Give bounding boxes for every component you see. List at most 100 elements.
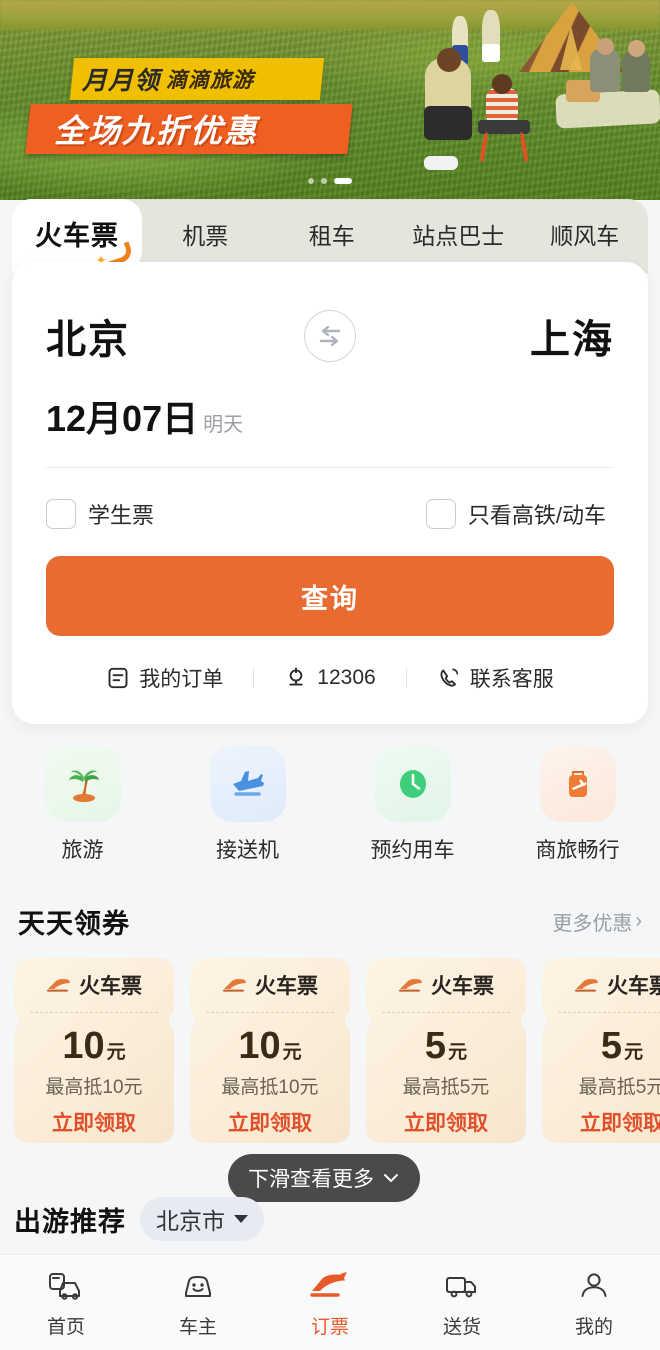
bus-car-icon: [48, 1267, 84, 1305]
train-icon: [399, 978, 422, 992]
adult-figure: [437, 48, 461, 72]
coupons-list[interactable]: 火车票 10 元 最高抵10元 立即领取 火车票 10 元 最高抵10元 立即领…: [14, 958, 660, 1148]
city-filter-dropdown[interactable]: 北京市: [140, 1197, 264, 1241]
nav-label: 送货: [442, 1316, 481, 1338]
promo-headline-orange: 全场九折优惠: [25, 104, 353, 154]
service-business-travel[interactable]: 商旅畅行: [495, 746, 660, 864]
service-travel[interactable]: 旅游: [0, 746, 165, 864]
coupon-amount-value: 5: [424, 1025, 447, 1067]
coupon-amount-value: 5: [600, 1025, 623, 1067]
coupon-condition: 最高抵10元: [45, 1077, 143, 1098]
contact-support-link[interactable]: 联系客服: [437, 663, 554, 693]
contact-support-label: 联系客服: [469, 668, 554, 691]
nav-label: 订票: [310, 1316, 349, 1338]
departure-date-relative: 明天: [203, 414, 244, 436]
banner-pagination-dots[interactable]: [0, 178, 660, 184]
student-ticket-checkbox[interactable]: 学生票: [46, 498, 154, 530]
city-selector-row: 北京 上海: [12, 300, 648, 372]
scroll-more-hint[interactable]: 下滑查看更多: [228, 1154, 420, 1202]
nav-item-home[interactable]: 首页: [0, 1267, 132, 1339]
coupon-condition: 最高抵5元: [402, 1077, 490, 1098]
quick-links-row: 我的订单 12306 联系客服: [12, 656, 648, 700]
date-selector[interactable]: 12月07日 明天: [46, 390, 243, 442]
promo-headline-brand: 滴滴旅游: [166, 69, 255, 92]
city-filter-value: 北京市: [156, 1208, 225, 1234]
coupon-amount-unit: 元: [624, 1042, 644, 1063]
airplane-takeoff-icon: [209, 746, 286, 822]
railway-12306-link[interactable]: 12306: [284, 666, 376, 690]
pagination-dot-active[interactable]: [334, 178, 352, 184]
train-icon: [47, 978, 70, 992]
nav-label: 车主: [178, 1316, 217, 1338]
coupon-tag: 火车票: [431, 975, 494, 998]
departure-city[interactable]: 北京: [46, 307, 130, 365]
coupon-claim-button[interactable]: 立即领取: [228, 1107, 312, 1137]
train-ticket-icon: [310, 1267, 350, 1305]
nav-item-profile[interactable]: 我的: [528, 1267, 660, 1339]
swap-horizontal-icon: [319, 325, 341, 347]
train-search-card: 北京 上海 12月07日 明天 学生票 只看高铁/动车 查询 我的订单 1230…: [12, 262, 648, 724]
person-figure: [628, 40, 645, 57]
coupon-tag: 火车票: [79, 975, 142, 998]
service-label: 旅游: [61, 839, 104, 862]
checkbox-box-icon[interactable]: [425, 499, 456, 529]
person-figure: [597, 38, 614, 55]
coupon-card[interactable]: 火车票 5 元 最高抵5元 立即领取: [360, 958, 532, 1143]
nav-item-driver[interactable]: 车主: [132, 1267, 264, 1339]
coupon-amount-unit: 元: [448, 1042, 468, 1063]
clock-icon: [374, 746, 451, 822]
service-airport-transfer[interactable]: 接送机: [165, 746, 330, 864]
coupon-tag: 火车票: [255, 975, 318, 998]
student-ticket-label: 学生票: [88, 503, 155, 528]
checkbox-box-icon[interactable]: [46, 499, 76, 529]
suitcase-icon: [539, 746, 616, 822]
my-orders-link[interactable]: 我的订单: [106, 663, 223, 693]
train-icon: [575, 978, 598, 992]
coupon-claim-button[interactable]: 立即领取: [404, 1107, 488, 1137]
truck-icon: [444, 1267, 480, 1305]
pagination-dot[interactable]: [321, 178, 327, 184]
promo-subheadline: 全场九折优惠: [54, 113, 259, 149]
coupon-card[interactable]: 火车票 10 元 最高抵10元 立即领取: [14, 958, 180, 1143]
more-coupons-link[interactable]: 更多优惠 ›: [552, 907, 642, 936]
train-icon: [223, 978, 246, 992]
coupon-header: 火车票: [398, 958, 494, 1012]
recommend-header: 出游推荐 北京市: [14, 1196, 414, 1242]
coupon-header: 火车票: [222, 958, 318, 1012]
search-query-button[interactable]: 查询: [46, 556, 614, 636]
coupons-title: 天天领券: [18, 908, 130, 939]
more-coupons-label: 更多优惠: [552, 912, 633, 935]
car-smile-icon: [180, 1267, 216, 1305]
nav-item-delivery[interactable]: 送货: [396, 1267, 528, 1339]
service-book-car[interactable]: 预约用车: [330, 746, 495, 864]
coupon-dashed-divider: [382, 1012, 510, 1013]
coupon-condition: 最高抵10元: [221, 1077, 319, 1098]
departure-date: 12月07日: [46, 398, 199, 439]
coupon-amount-unit: 元: [282, 1042, 302, 1063]
coupon-amount-value: 10: [238, 1025, 281, 1067]
arrival-city[interactable]: 上海: [530, 307, 614, 365]
coupon-amount: 5 元: [425, 1025, 467, 1068]
coupon-amount: 10 元: [62, 1025, 125, 1068]
coupon-card[interactable]: 火车票 10 元 最高抵10元 立即领取: [184, 958, 356, 1143]
coupon-dashed-divider: [558, 1012, 660, 1013]
coupon-dashed-divider: [30, 1012, 158, 1013]
highspeed-only-label: 只看高铁/动车: [467, 503, 606, 528]
nav-label: 我的: [574, 1316, 613, 1338]
coupon-amount-unit: 元: [106, 1042, 126, 1063]
coupon-card[interactable]: 火车票 5 元 最高抵5元 立即领取: [536, 958, 660, 1143]
person-figure: [482, 44, 500, 62]
coupon-claim-button[interactable]: 立即领取: [580, 1107, 660, 1137]
swap-cities-button[interactable]: [304, 310, 356, 362]
coupon-claim-button[interactable]: 立即领取: [52, 1107, 136, 1137]
nav-item-tickets[interactable]: 订票: [264, 1267, 396, 1339]
order-list-icon: [108, 667, 128, 689]
scroll-more-label: 下滑查看更多: [248, 1168, 374, 1191]
highspeed-only-checkbox[interactable]: 只看高铁/动车: [425, 498, 606, 530]
tab-label: 火车票: [35, 221, 119, 251]
pagination-dot[interactable]: [308, 178, 314, 184]
service-label: 接送机: [216, 839, 279, 862]
promo-banner[interactable]: 月月领 滴滴旅游 全场九折优惠: [0, 0, 660, 200]
person-icon: [578, 1267, 610, 1305]
recommend-title: 出游推荐: [14, 1206, 126, 1237]
